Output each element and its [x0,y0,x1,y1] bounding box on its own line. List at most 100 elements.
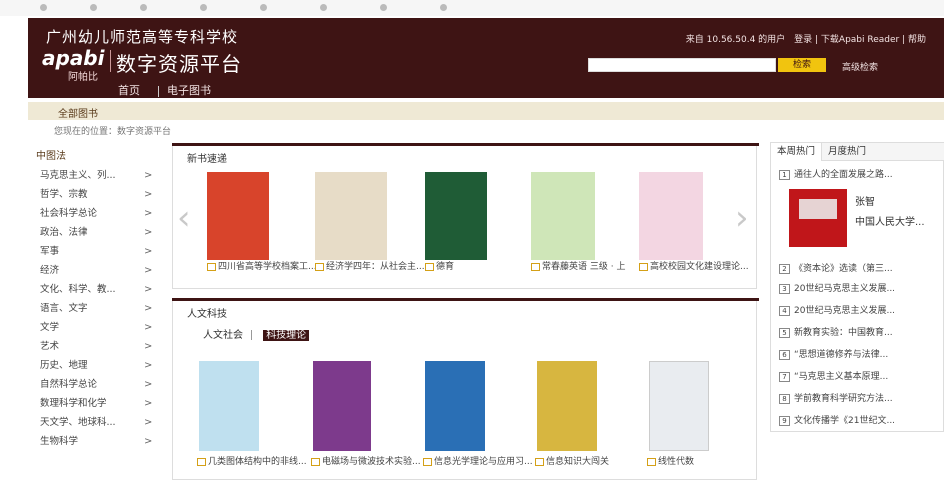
book-cover[interactable] [649,361,709,451]
chevron-right-icon: > [144,246,153,257]
hot-list-item[interactable]: 9 文化传播学《21世纪文... [779,413,939,426]
favorite-icon[interactable] [200,4,207,11]
book-cover[interactable] [639,172,703,260]
sidebar-item[interactable]: 天文学、地球科... > [28,413,158,432]
sidebar-item-label: 文学 [40,322,60,333]
hot-list-item[interactable]: 2 《资本论》选读（第三... [779,261,939,274]
hot-item-title: 通往人的全面发展之路... [794,170,893,180]
book-title-text: 电磁场与微波技术实验... [322,457,421,467]
book-cover[interactable] [199,361,259,451]
chevron-right-icon: > [144,265,153,276]
sidebar-item[interactable]: 文学 > [28,318,158,337]
book-title-text: 信息光学理论与应用习... [434,457,533,467]
chevron-right-icon: > [144,303,153,314]
chevron-right-icon[interactable]: › [735,198,749,238]
book-cover[interactable] [537,361,597,451]
hot-list-item[interactable]: 1 通往人的全面发展之路... [779,167,939,180]
featured-book-cover[interactable] [789,189,847,247]
book-title[interactable]: 德育 [425,262,535,273]
rank-number: 9 [779,415,790,426]
sidebar-item-label: 语言、文字 [40,303,88,314]
all-books-tab[interactable]: 全部图书 [58,105,98,120]
top-links[interactable]: 来自 10.56.50.4 的用户 登录 | 下载Apabi Reader | … [686,32,926,45]
sidebar-item[interactable]: 自然科学总论 > [28,375,158,394]
tab-weekly-hot[interactable]: 本周热门 [771,143,823,161]
hot-item-title: 20世纪马克思主义发展... [794,306,896,316]
hot-list-item[interactable]: 8 学前教育科学研究方法... [779,391,939,404]
sidebar-item[interactable]: 生物科学 > [28,432,158,451]
book-title[interactable]: 经济学四年：从社会主... [315,262,425,273]
favorite-icon[interactable] [260,4,267,11]
apabi-logo[interactable]: apabi [42,46,104,70]
rank-number: 4 [779,305,790,316]
chevron-right-icon: > [144,398,153,409]
sidebar-item[interactable]: 社会科学总论 > [28,204,158,223]
book-icon [423,457,432,466]
book-title-text: 经济学四年：从社会主... [326,262,425,272]
hot-list-item[interactable]: 4 20世纪马克思主义发展... [779,303,939,316]
chevron-right-icon: > [144,360,153,371]
sidebar-item[interactable]: 语言、文字 > [28,299,158,318]
book-title[interactable]: 线性代数 [647,457,757,468]
tab-humanities-social[interactable]: 人文社会 [203,330,243,341]
book-title[interactable]: 几类图体结构中的非线... [197,457,307,468]
book-title[interactable]: 信息知识大闯关 [535,457,645,468]
book-title-text: 四川省高等学校档案工... [218,262,317,272]
book-title[interactable]: 电磁场与微波技术实验... [311,457,421,468]
book-cover[interactable] [315,172,387,260]
book-icon [425,262,434,271]
sidebar-item-label: 军事 [40,246,60,257]
book-cover[interactable] [425,361,485,451]
book-title[interactable]: 常春藤英语 三级 · 上 [531,262,641,273]
hot-list-item[interactable]: 5 新教育实验：中国教育... [779,325,939,338]
favorite-icon[interactable] [140,4,147,11]
book-title[interactable]: 四川省高等学校档案工... [207,262,317,273]
category-sidebar: 中图法 马克思主义、列... > 哲学、宗教 > 社会科学总论 > 政治、法律 > 军事… [28,148,158,451]
tab-monthly-hot[interactable]: 月度热门 [822,143,872,161]
sidebar-item[interactable]: 马克思主义、列... > [28,166,158,185]
sidebar-item-label: 数理科学和化学 [40,398,107,409]
book-title[interactable]: 高校校园文化建设理论... [639,262,749,273]
chevron-left-icon[interactable]: ‹ [177,198,191,238]
favorite-icon[interactable] [440,4,447,11]
breadcrumb: 您现在的位置：数字资源平台 [54,127,172,137]
sidebar-item[interactable]: 哲学、宗教 > [28,185,158,204]
sidebar-item[interactable]: 政治、法律 > [28,223,158,242]
tab-divider [251,330,252,340]
hot-list-item[interactable]: 7 “马克思主义基本原理... [779,369,939,382]
platform-title: 数字资源平台 [116,52,242,76]
tab-science-theory[interactable]: 科技理论 [263,330,310,341]
book-cover[interactable] [313,361,371,451]
search-input[interactable] [588,58,776,72]
rank-number: 2 [779,263,790,274]
humanities-panel: 人文科技 人文社会 科技理论 几类图体结构中的非线... 电磁场与微波技术实验.… [172,298,759,480]
nav-ebooks[interactable]: 电子图书 [167,84,211,97]
favorite-icon[interactable] [90,4,97,11]
sidebar-item-label: 政治、法律 [40,227,88,238]
book-title[interactable]: 信息光学理论与应用习... [423,457,533,468]
nav-home[interactable]: 首页 [118,84,140,97]
book-cover[interactable] [207,172,269,260]
favorite-icon[interactable] [320,4,327,11]
book-cover[interactable] [531,172,595,260]
advanced-search-link[interactable]: 高级检索 [842,60,878,73]
favorite-icon[interactable] [380,4,387,11]
sidebar-item[interactable]: 艺术 > [28,337,158,356]
book-icon [639,262,648,271]
sidebar-item[interactable]: 军事 > [28,242,158,261]
book-cover[interactable] [425,172,487,260]
sidebar-item-label: 自然科学总论 [40,379,98,390]
hot-list-item[interactable]: 6 “思想道德修养与法律... [779,347,939,360]
sidebar-item[interactable]: 经济 > [28,261,158,280]
book-icon [197,457,206,466]
hot-list-item[interactable]: 3 20世纪马克思主义发展... [779,281,939,294]
sidebar-item[interactable]: 数理科学和化学 > [28,394,158,413]
hot-books-panel: 本周热门 月度热门 1 通往人的全面发展之路... 张智 中国人民大学... 2 《资… [770,142,944,432]
search-button[interactable]: 检索 [778,58,826,72]
book-icon [311,457,320,466]
favorite-icon[interactable] [40,4,47,11]
sidebar-item[interactable]: 历史、地理 > [28,356,158,375]
sidebar-item[interactable]: 文化、科学、教... > [28,280,158,299]
new-books-title: 新书速递 [187,154,227,165]
hot-tabs: 本周热门 月度热门 [771,143,944,161]
